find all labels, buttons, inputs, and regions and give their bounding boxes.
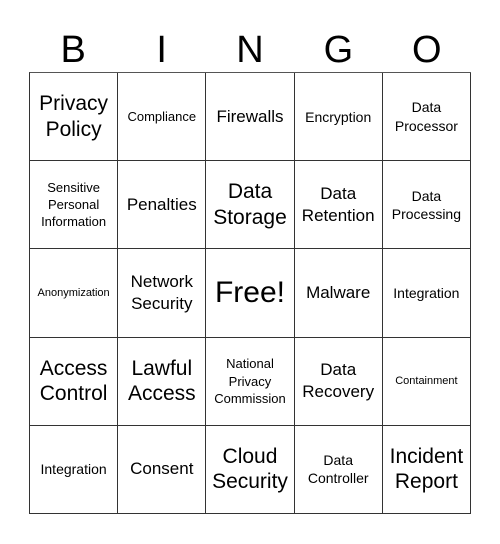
bingo-cell-b1[interactable]: Privacy Policy: [30, 73, 119, 162]
bingo-cell-label: Encryption: [305, 108, 372, 125]
bingo-cell-label: Containment: [395, 374, 458, 387]
bingo-cell-label: Privacy Policy: [39, 91, 109, 141]
bingo-cell-label: Penalties: [126, 194, 197, 214]
bingo-cell-n5[interactable]: Cloud Security: [206, 425, 295, 514]
header-letter-i: I: [156, 29, 167, 71]
bingo-cell-label: Firewalls: [216, 106, 284, 126]
bingo-cell-g5[interactable]: Data Controller: [294, 425, 383, 514]
bingo-header: B I N G O: [29, 28, 471, 72]
header-letter-o: O: [412, 29, 442, 71]
bingo-cell-n4[interactable]: National Privacy Commission: [206, 337, 295, 426]
bingo-cell-o4[interactable]: Containment: [382, 337, 471, 426]
bingo-cell-label: Anonymization: [37, 286, 110, 299]
bingo-cell-label: Free!: [214, 276, 285, 310]
bingo-cell-n1[interactable]: Firewalls: [206, 73, 295, 162]
bingo-cell-label: Data Recovery: [302, 360, 375, 402]
bingo-cell-i5[interactable]: Consent: [118, 425, 207, 514]
bingo-cell-n2[interactable]: Data Storage: [206, 161, 295, 250]
bingo-cell-label: Incident Report: [389, 444, 464, 494]
header-letter-g: G: [323, 29, 354, 71]
bingo-cell-o2[interactable]: Data Processing: [382, 161, 471, 250]
bingo-cell-i3[interactable]: Network Security: [118, 249, 207, 338]
bingo-cell-label: Data Processing: [391, 187, 462, 222]
bingo-cell-o3[interactable]: Integration: [382, 249, 471, 338]
bingo-cell-label: Data Retention: [301, 183, 375, 225]
bingo-cell-o1[interactable]: Data Processor: [382, 73, 471, 162]
bingo-cell-label: Data Controller: [307, 452, 369, 487]
bingo-cell-label: Integration: [40, 461, 107, 478]
bingo-cell-o5[interactable]: Incident Report: [382, 425, 471, 514]
free-space-cell[interactable]: Free!: [206, 249, 295, 338]
bingo-cell-label: Integration: [393, 284, 460, 301]
bingo-cell-label: Cloud Security: [212, 444, 288, 494]
bingo-cell-i4[interactable]: Lawful Access: [118, 337, 207, 426]
bingo-cell-label: National Privacy Commission: [214, 356, 286, 406]
bingo-cell-g2[interactable]: Data Retention: [294, 161, 383, 250]
bingo-cell-label: Malware: [306, 282, 371, 302]
header-letter-n: N: [236, 29, 264, 71]
bingo-cell-i2[interactable]: Penalties: [118, 161, 207, 250]
bingo-cell-label: Lawful Access: [127, 356, 196, 406]
bingo-cell-label: Sensitive Personal Information: [41, 179, 107, 230]
bingo-cell-g3[interactable]: Malware: [294, 249, 383, 338]
header-letter-b: B: [60, 29, 86, 71]
bingo-cell-label: Compliance: [127, 108, 197, 124]
bingo-cell-label: Data Storage: [213, 180, 287, 229]
bingo-card-grid: Privacy Policy Compliance Firewalls Encrypt…: [29, 72, 471, 514]
bingo-cell-b3[interactable]: Anonymization: [30, 249, 119, 338]
bingo-cell-label: Access Control: [39, 356, 108, 406]
bingo-cell-g1[interactable]: Encryption: [294, 73, 383, 162]
bingo-cell-b4[interactable]: Access Control: [30, 337, 119, 426]
bingo-cell-b2[interactable]: Sensitive Personal Information: [30, 161, 119, 250]
bingo-cell-g4[interactable]: Data Recovery: [294, 337, 383, 426]
bingo-cell-i1[interactable]: Compliance: [118, 73, 207, 162]
bingo-cell-label: Network Security: [130, 271, 193, 313]
bingo-cell-label: Data Processor: [394, 99, 458, 134]
bingo-cell-label: Consent: [130, 459, 194, 479]
bingo-cell-b5[interactable]: Integration: [30, 425, 119, 514]
